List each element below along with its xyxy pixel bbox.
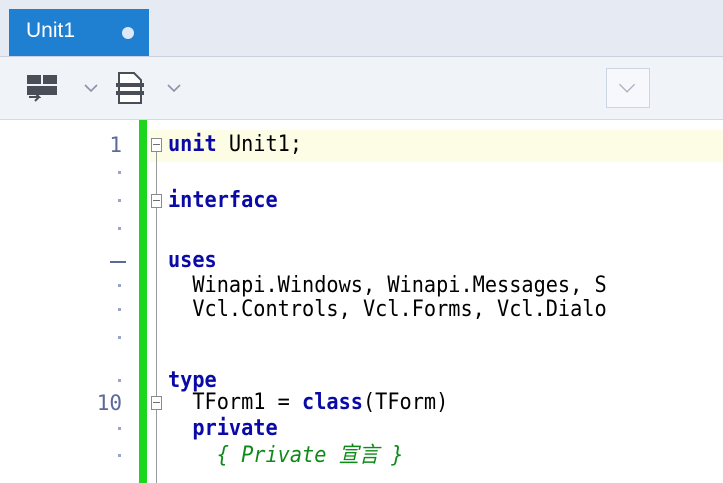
code-line: { Private 宣言 } (0, 442, 723, 470)
line-dot (118, 227, 121, 230)
document-icon[interactable] (110, 63, 150, 113)
keyword: class (302, 390, 363, 415)
keyword: private (192, 416, 278, 441)
code-line: Vcl.Controls, Vcl.Forms, Vcl.Dialo (0, 296, 723, 324)
unsaved-dot-icon[interactable] (122, 27, 134, 39)
method-dropdown[interactable] (606, 68, 650, 108)
code-prefix (168, 416, 192, 441)
code-line (0, 324, 723, 352)
comment-text: { Private 宣言 } (168, 443, 404, 468)
line-dot (118, 308, 121, 311)
layout-icon[interactable] (22, 63, 66, 113)
code-line (0, 159, 723, 187)
chevron-down-icon[interactable] (163, 63, 185, 113)
line-number: 10 (96, 391, 122, 415)
code-line (0, 215, 723, 243)
code-line: uses (0, 247, 723, 275)
code-line: private (0, 415, 723, 443)
editor-toolbar (0, 57, 723, 120)
fold-toggle-icon[interactable] (151, 138, 162, 152)
line-dot (118, 199, 121, 202)
line-dot (118, 171, 121, 174)
tab-label: Unit1 (26, 19, 76, 42)
chevron-down-icon (618, 83, 636, 93)
code-line: 10 TForm1 = class(TForm) (0, 389, 723, 417)
code-line: interface (0, 187, 723, 215)
code-text: TForm1 = class(TForm) (168, 389, 448, 417)
code-text: uses (168, 247, 217, 275)
line-dot (118, 454, 121, 457)
code-text: Vcl.Controls, Vcl.Forms, Vcl.Dialo (168, 297, 607, 322)
chevron-down-icon[interactable] (80, 63, 102, 113)
code-prefix: TForm1 = (168, 390, 303, 415)
tab-unit1[interactable]: Unit1 (9, 9, 149, 56)
code-text: private (168, 415, 278, 443)
keyword: unit (168, 132, 217, 157)
code-line: 1 unit Unit1; (0, 131, 723, 159)
code-text: interface (168, 187, 278, 215)
code-text: unit Unit1; (168, 131, 302, 159)
code-editor-window: Unit1 1 unit Unit1; interface uses Winap… (0, 0, 723, 483)
line-dash (110, 261, 126, 263)
line-dot (118, 379, 121, 382)
code-rest: Unit1; (216, 132, 303, 157)
fold-toggle-icon[interactable] (151, 194, 162, 208)
fold-toggle-icon[interactable] (151, 396, 162, 410)
line-dot (118, 336, 121, 339)
code-area[interactable]: 1 unit Unit1; interface uses Winapi.Wind… (0, 120, 723, 483)
keyword: interface (168, 188, 278, 213)
line-dot (118, 284, 121, 287)
tab-bar: Unit1 (0, 0, 723, 57)
line-number: 1 (109, 133, 122, 157)
line-dot (118, 427, 121, 430)
code-rest: (TForm) (362, 390, 449, 415)
keyword: uses (168, 248, 217, 273)
